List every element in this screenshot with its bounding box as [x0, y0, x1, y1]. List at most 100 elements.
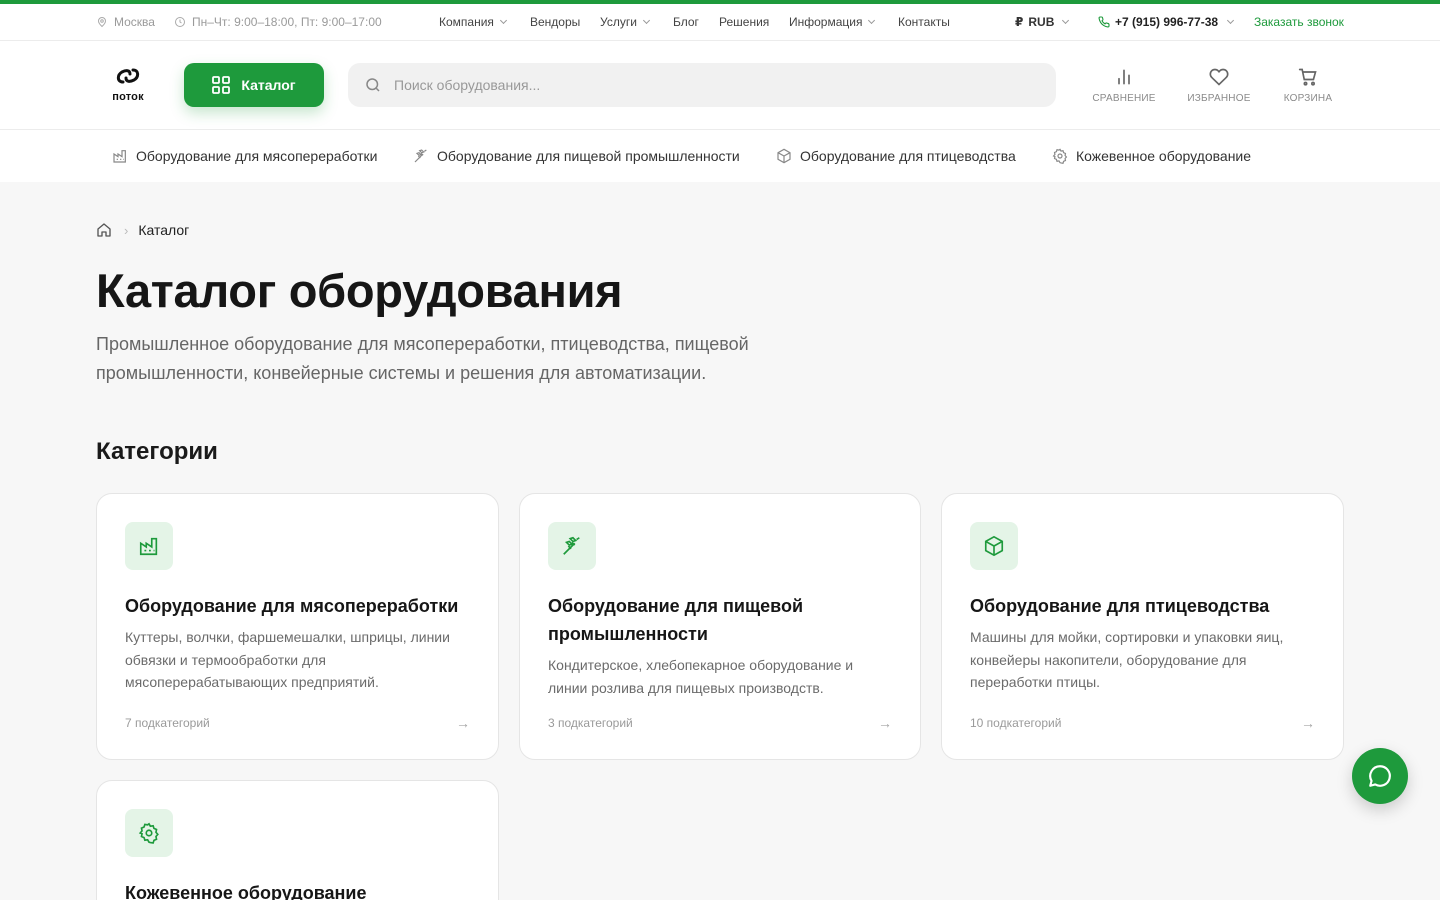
nav-solutions[interactable]: Решения — [719, 4, 769, 40]
nav-contacts-label: Контакты — [898, 15, 950, 29]
callback-link[interactable]: Заказать звонок — [1254, 4, 1344, 40]
card-icon-wrap — [970, 522, 1018, 570]
subnav-item-label: Оборудование для мясопереработки — [136, 148, 378, 164]
nav-company[interactable]: Компания — [439, 4, 507, 40]
grid-icon — [212, 76, 231, 94]
card-footer: 7 подкатегорий → — [125, 715, 470, 731]
search-input[interactable] — [394, 77, 994, 93]
phone-icon — [1098, 16, 1110, 28]
category-card-food[interactable]: Оборудование для пищевой промышленности … — [519, 493, 921, 760]
card-footer: 10 подкатегорий → — [970, 715, 1315, 731]
card-description: Кондитерское, хлебопекарное оборудование… — [548, 657, 854, 696]
logo-text: поток — [112, 91, 144, 103]
catalog-button[interactable]: Каталог — [184, 63, 324, 107]
favorites-button[interactable]: ИЗБРАННОЕ — [1186, 67, 1252, 104]
nav-info[interactable]: Информация — [789, 4, 876, 40]
card-icon-wrap — [125, 809, 173, 857]
card-icon-wrap — [548, 522, 596, 570]
breadcrumb: › Каталог — [96, 222, 189, 238]
working-hours: Пн–Чт: 9:00–18:00, Пт: 9:00–17:00 — [174, 4, 382, 40]
arrow-right-icon: → — [456, 715, 470, 731]
category-card-meat[interactable]: Оборудование для мясопереработки Куттеры… — [96, 493, 499, 760]
chat-button[interactable] — [1352, 748, 1408, 804]
heart-icon — [1209, 68, 1229, 86]
arrow-right-icon: → — [878, 715, 892, 731]
nav-solutions-label: Решения — [719, 15, 770, 29]
subnav-item-label: Оборудование для птицеводства — [800, 148, 1016, 164]
currency-selector[interactable]: ₽ RUB — [1015, 4, 1070, 40]
card-title: Оборудование для пищевой промышленности — [548, 596, 804, 644]
subnav-item-poultry[interactable]: Оборудование для птицеводства — [776, 130, 1016, 182]
ruble-icon: ₽ — [1015, 15, 1024, 29]
nav-blog[interactable]: Блог — [673, 4, 699, 40]
logo[interactable]: поток — [108, 67, 148, 103]
arrow-right-icon: → — [1301, 715, 1315, 731]
category-card-leather[interactable]: Кожевенное оборудование — [96, 780, 499, 900]
search-bar[interactable] — [348, 63, 1056, 107]
card-footer: 3 подкатегорий → — [548, 715, 892, 731]
cart-label: КОРЗИНА — [1283, 93, 1333, 104]
category-card-poultry[interactable]: Оборудование для птицеводства Машины для… — [941, 493, 1344, 760]
card-description: Куттеры, волчки, фаршемешалки, шприцы, л… — [125, 629, 450, 690]
subnav-item-leather[interactable]: Кожевенное оборудование — [1052, 130, 1251, 182]
card-title: Кожевенное оборудование — [125, 883, 367, 900]
box-icon — [984, 535, 1004, 557]
nav-blog-label: Блог — [673, 15, 699, 29]
nav-vendors-label: Вендоры — [530, 15, 581, 29]
gear-icon — [1052, 148, 1068, 164]
subcategory-count: 7 подкатегорий — [125, 716, 210, 730]
bar-chart-icon — [1118, 69, 1130, 85]
nav-services[interactable]: Услуги — [600, 4, 650, 40]
hours-text: Пн–Чт: 9:00–18:00, Пт: 9:00–17:00 — [192, 15, 382, 29]
card-description: Машины для мойки, сортировки и упаковки … — [970, 629, 1284, 690]
callback-label: Заказать звонок — [1254, 15, 1344, 29]
chevron-down-icon — [499, 16, 507, 25]
gear-icon — [138, 822, 159, 844]
chevron-down-icon — [1227, 16, 1235, 25]
subnav-item-label: Оборудование для пищевой промышленности — [437, 148, 740, 164]
phone-link[interactable]: +7 (915) 996-77-38 — [1098, 4, 1235, 40]
compare-label: СРАВНЕНИЕ — [1092, 93, 1156, 104]
currency-label: RUB — [1028, 15, 1055, 29]
cart-button[interactable]: КОРЗИНА — [1280, 67, 1336, 104]
chevron-down-icon — [642, 16, 650, 25]
subnav-item-label: Кожевенное оборудование — [1076, 148, 1252, 164]
chat-bubble-icon — [1369, 765, 1391, 787]
cart-icon — [1298, 68, 1317, 86]
wheat-icon — [414, 149, 427, 163]
page-lead: Промышленное оборудование для мясоперера… — [96, 334, 749, 383]
box-icon — [777, 148, 791, 164]
category-subnav: Оборудование для мясопереработки Оборудо… — [0, 130, 1440, 182]
top-bar: Москва Пн–Чт: 9:00–18:00, Пт: 9:00–17:00… — [0, 4, 1440, 41]
breadcrumb-current: Каталог — [138, 222, 190, 238]
chevron-right-icon: › — [124, 222, 129, 238]
catalog-button-label: Каталог — [241, 77, 296, 93]
categories-heading: Категории — [96, 438, 218, 465]
nav-company-label: Компания — [439, 15, 494, 29]
compare-button[interactable]: СРАВНЕНИЕ — [1091, 67, 1157, 104]
subnav-item-food[interactable]: Оборудование для пищевой промышленности — [413, 130, 740, 182]
factory-icon — [113, 150, 126, 163]
card-title: Оборудование для птицеводства — [970, 596, 1270, 616]
nav-services-label: Услуги — [600, 15, 637, 29]
page-title: Каталог оборудования — [96, 264, 623, 317]
nav-contacts[interactable]: Контакты — [898, 4, 950, 40]
phone-number: +7 (915) 996-77-38 — [1115, 15, 1219, 29]
subnav-item-meat[interactable]: Оборудование для мясопереработки — [112, 130, 377, 182]
subcategory-count: 3 подкатегорий — [548, 716, 633, 730]
card-title: Оборудование для мясопереработки — [125, 596, 459, 616]
chevron-down-icon — [1062, 16, 1070, 25]
card-icon-wrap — [125, 522, 173, 570]
search-icon — [366, 78, 380, 92]
favorites-label: ИЗБРАННОЕ — [1187, 93, 1251, 104]
subcategory-count: 10 подкатегорий — [970, 716, 1062, 730]
clock-icon — [175, 17, 185, 27]
logo-mark-icon — [116, 68, 140, 84]
city-label: Москва — [114, 15, 155, 29]
home-icon[interactable] — [96, 222, 112, 238]
chevron-down-icon — [868, 16, 876, 25]
city-selector[interactable]: Москва — [96, 4, 155, 40]
nav-vendors[interactable]: Вендоры — [530, 4, 580, 40]
nav-info-label: Информация — [789, 15, 863, 29]
factory-icon — [139, 537, 158, 556]
